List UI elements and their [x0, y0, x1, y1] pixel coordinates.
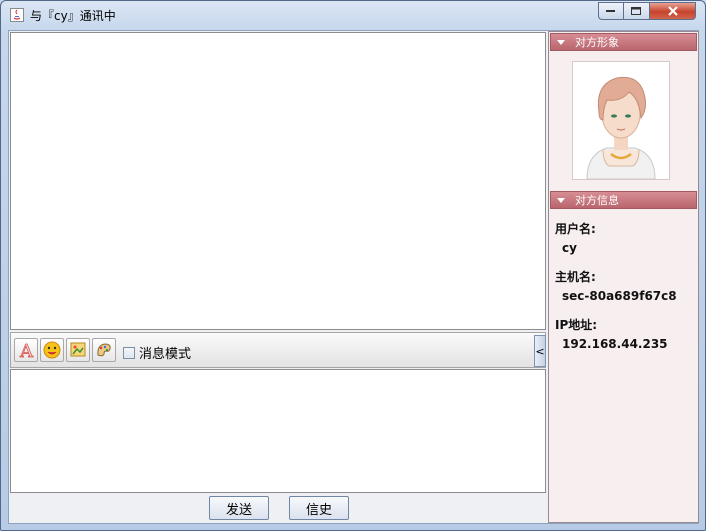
client-area: A 消息模式 < 发送 信史 对方形象 对方信息 用户名: cy 主机名: se…	[8, 30, 699, 524]
info-section-header[interactable]: 对方信息	[550, 191, 697, 209]
font-button[interactable]: A	[14, 338, 38, 362]
image-icon	[70, 342, 86, 357]
hostname-label: 主机名:	[555, 270, 596, 284]
maximize-icon	[631, 6, 641, 15]
contact-info: 用户名: cy 主机名: sec-80a689f67c8 IP地址: 192.1…	[555, 220, 677, 364]
contact-panel: 对方形象 对方信息 用户名: cy 主机名: sec-80a689f67c8 I…	[548, 31, 699, 523]
username-label: 用户名:	[555, 222, 596, 236]
avatar	[572, 61, 670, 180]
title-bar[interactable]: 与『cy』通讯中	[1, 1, 705, 29]
username-value: cy	[562, 241, 577, 255]
message-mode-label: 消息模式	[139, 347, 192, 362]
screenshot-icon	[97, 343, 111, 357]
java-icon	[10, 8, 24, 22]
ip-label: IP地址:	[555, 318, 598, 332]
maximize-button[interactable]	[624, 2, 650, 20]
checkbox-box[interactable]	[123, 346, 135, 359]
send-button[interactable]: 发送	[209, 496, 269, 520]
minimize-icon	[606, 10, 615, 12]
avatar-section-header[interactable]: 对方形象	[550, 33, 697, 51]
close-button[interactable]	[650, 2, 696, 20]
collapse-panel-button[interactable]: <	[534, 335, 546, 367]
minimize-button[interactable]	[598, 2, 624, 20]
message-input[interactable]	[10, 369, 546, 493]
image-button[interactable]	[66, 338, 90, 362]
emoji-icon	[43, 341, 61, 359]
avatar-section-title: 对方形象	[575, 36, 619, 49]
ip-value: 192.168.44.235	[562, 337, 668, 351]
screenshot-button[interactable]	[92, 338, 116, 362]
collapse-triangle-icon	[557, 39, 565, 45]
emoji-button[interactable]	[40, 338, 64, 362]
svg-text:A: A	[19, 341, 34, 359]
close-icon	[667, 6, 678, 16]
button-row: 发送 信史	[10, 493, 546, 523]
window-title: 与『cy』通讯中	[30, 9, 116, 23]
chat-toolbar: A 消息模式 <	[10, 332, 546, 368]
collapse-triangle-icon	[557, 197, 565, 203]
hostname-value: sec-80a689f67c8	[562, 289, 677, 303]
chat-history-pane[interactable]	[10, 32, 546, 330]
info-section-title: 对方信息	[575, 194, 619, 207]
chat-window: 与『cy』通讯中 A 消息模式 < 发送 信史 对方形象 对方信息 用户名: c…	[0, 0, 706, 531]
history-button[interactable]: 信史	[289, 496, 349, 520]
avatar-image	[573, 62, 669, 180]
font-icon: A	[19, 341, 35, 359]
message-mode-checkbox[interactable]: 消息模式	[123, 343, 191, 362]
